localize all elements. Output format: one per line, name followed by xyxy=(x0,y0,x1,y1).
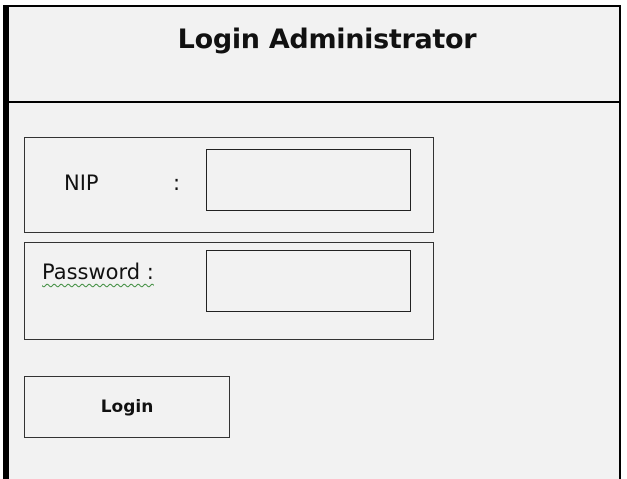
password-label: Password : xyxy=(42,260,154,284)
password-label-text: Password xyxy=(42,260,141,284)
nip-label: NIP xyxy=(64,171,99,195)
page-title: Login Administrator xyxy=(177,24,477,55)
window-border-left xyxy=(3,5,9,479)
header-divider xyxy=(9,101,619,103)
nip-input[interactable] xyxy=(206,149,411,211)
login-button[interactable]: Login xyxy=(24,376,230,438)
login-window: Login Administrator NIP : Password : Log… xyxy=(0,0,627,479)
password-input[interactable] xyxy=(206,250,411,312)
password-separator: : xyxy=(146,260,154,284)
window-border-right xyxy=(619,5,621,479)
window-border-top xyxy=(3,5,621,7)
nip-separator: : xyxy=(173,171,181,195)
